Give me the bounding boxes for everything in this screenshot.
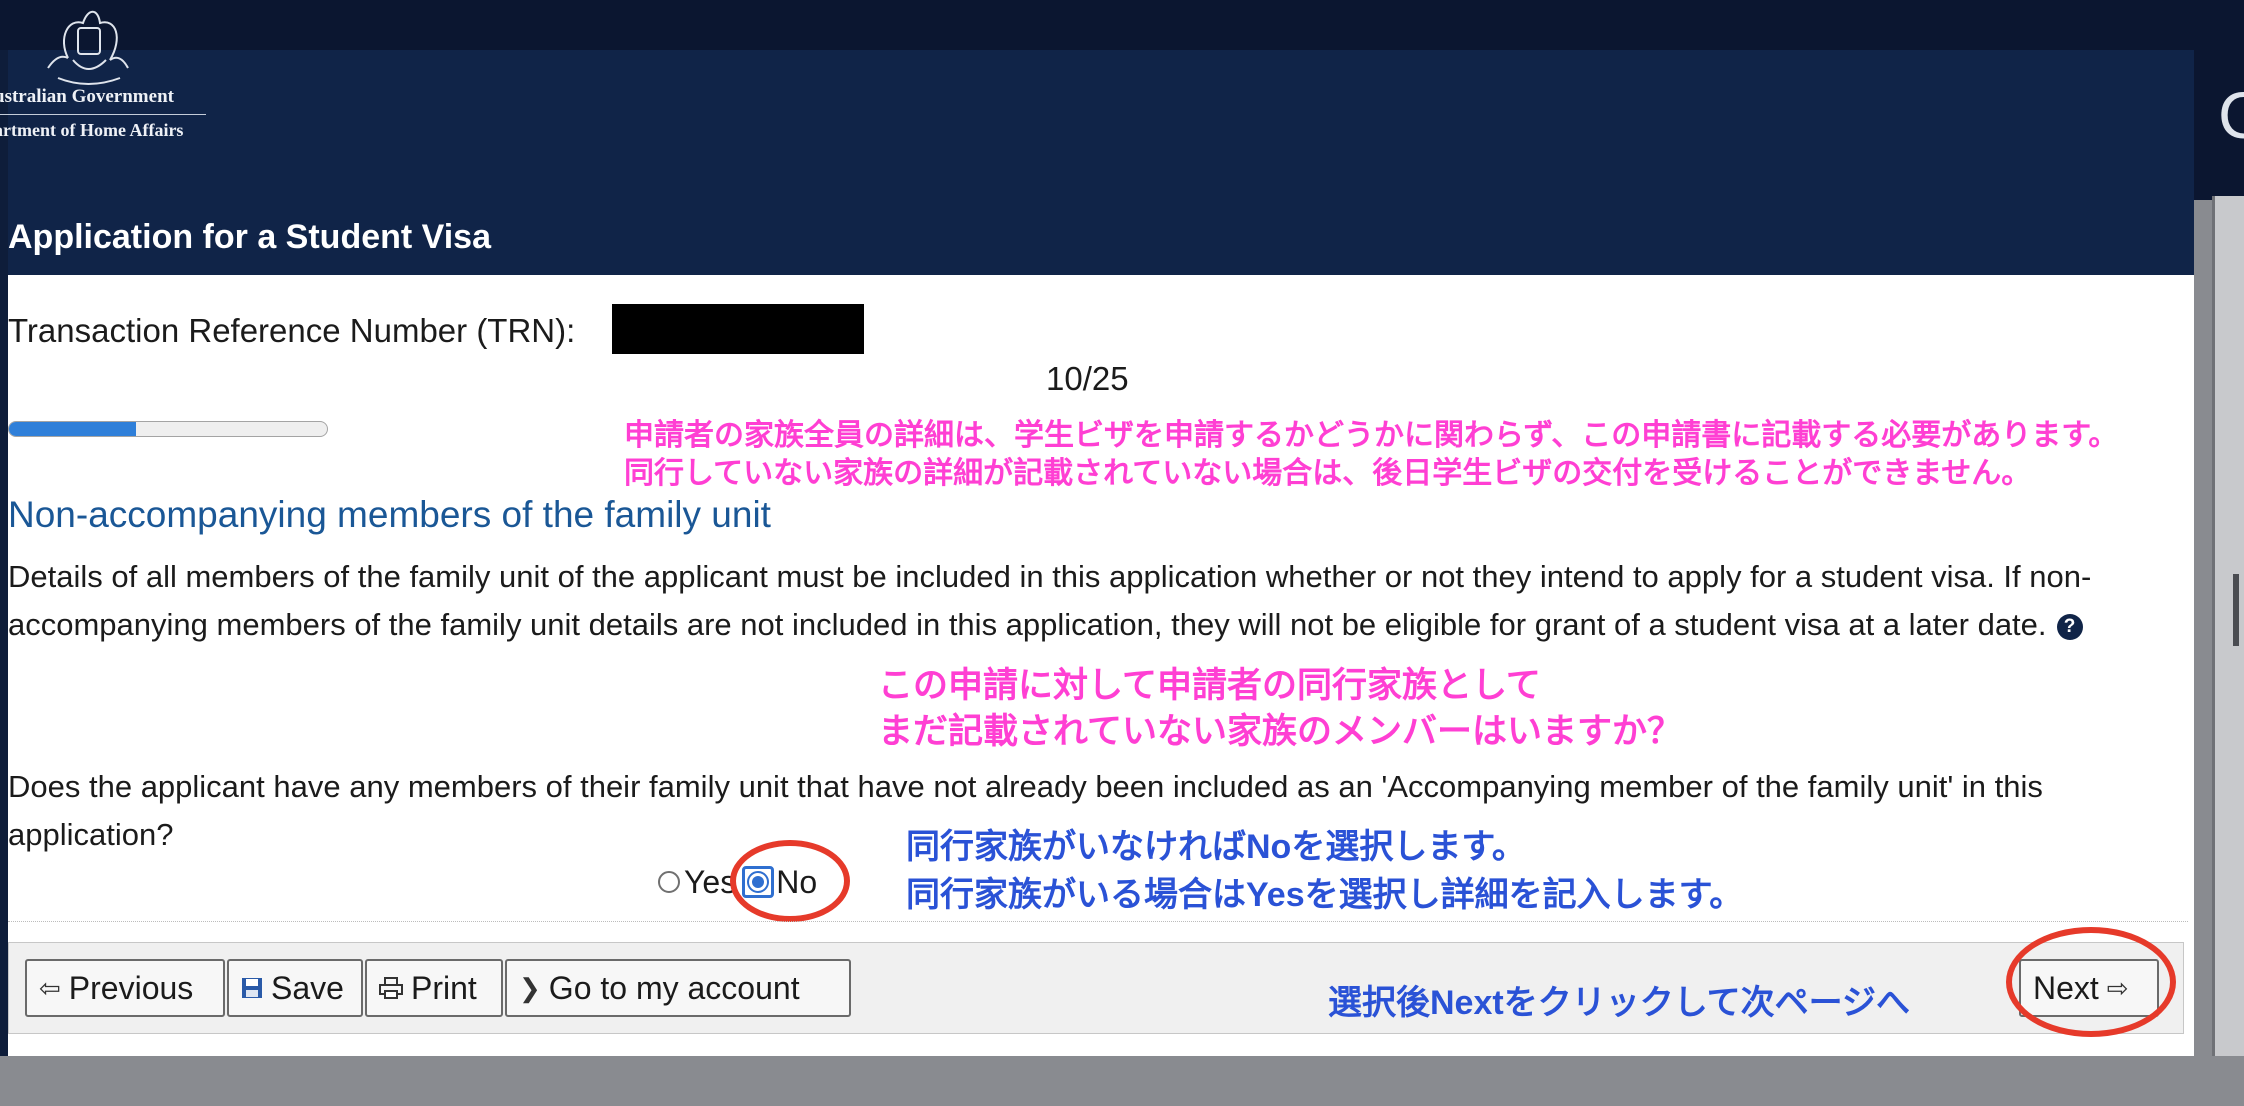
print-button[interactable]: Print <box>365 959 503 1017</box>
chevron-right-icon: ❯ <box>519 972 541 1003</box>
go-to-account-button[interactable]: ❯ Go to my account <box>505 959 851 1017</box>
annotation-line: 同行していない家族の詳細が記載されていない場合は、後日学生ビザの交付を受けること… <box>624 457 2032 490</box>
annotation-line: まだ記載されていない家族のメンバーはいますか？ <box>878 712 1682 751</box>
floppy-disk-icon <box>242 978 262 998</box>
department-name: artment of Home Affairs <box>0 120 184 140</box>
trn-value-redacted <box>612 304 864 354</box>
browser-top-strip <box>0 0 2244 50</box>
save-button[interactable]: Save <box>227 959 363 1017</box>
divider <box>8 921 2188 922</box>
previous-label: Previous <box>68 969 194 1006</box>
annotation-family-details: 申請者の家族全員の詳細は、学生ビザを申請するかどうかに関わらず、この申請書に記載… <box>624 417 2118 493</box>
form-panel: Transaction Reference Number (TRN): 10/2… <box>8 275 2194 1056</box>
highlight-ring-next <box>2006 927 2176 1037</box>
arrow-left-icon: ⇦ <box>39 972 61 1003</box>
page-counter: 10/25 <box>1046 360 1129 397</box>
print-label: Print <box>411 969 477 1006</box>
highlight-ring-no <box>730 840 850 922</box>
question-circle-icon[interactable]: ? <box>2056 613 2083 640</box>
annotation-line: 申請者の家族全員の詳細は、学生ビザを申請するかどうかに関わらず、この申請書に記載… <box>624 419 2119 452</box>
previous-button[interactable]: ⇦ Previous <box>25 959 225 1017</box>
side-panel-marker <box>2233 574 2239 646</box>
logo-divider <box>0 114 206 115</box>
annotation-question-translation: この申請に対して申請者の同行家族として まだ記載されていない家族のメンバーはいま… <box>878 663 1682 755</box>
page-header: ustralian Government artment of Home Aff… <box>0 10 2194 275</box>
section-description: Details of all members of the family uni… <box>8 553 2158 649</box>
save-label: Save <box>271 969 344 1006</box>
page-title: Application for a Student Visa <box>8 218 491 256</box>
bottom-strip <box>0 1056 2244 1106</box>
trn-label: Transaction Reference Number (TRN): <box>8 312 576 349</box>
annotation-line: この申請に対して申請者の同行家族として <box>878 666 1541 705</box>
side-panel-glyph: C <box>2218 78 2244 152</box>
side-panel <box>2212 196 2244 1066</box>
agency-name: ustralian Government <box>0 86 174 107</box>
annotation-line: 同行家族がいなければNoを選択します。 <box>906 828 1526 866</box>
annotation-select-no: 同行家族がいなければNoを選択します。 同行家族がいる場合はYesを選択し詳細を… <box>906 823 1743 919</box>
annotation-click-next: 選択後Nextをクリックして次ページへ <box>1328 984 1910 1022</box>
progress-fill <box>9 422 137 436</box>
description-text: Details of all members of the family uni… <box>8 559 2092 642</box>
annotation-line: 同行家族がいる場合はYesを選択し詳細を記入します。 <box>906 876 1744 914</box>
radio-yes-label: Yes <box>684 863 737 900</box>
account-label: Go to my account <box>548 969 800 1006</box>
progress-bar <box>8 421 328 437</box>
coat-of-arms-icon <box>47 10 129 85</box>
printer-icon <box>379 977 403 999</box>
section-heading: Non-accompanying members of the family u… <box>8 494 771 535</box>
radio-yes[interactable] <box>658 871 680 893</box>
